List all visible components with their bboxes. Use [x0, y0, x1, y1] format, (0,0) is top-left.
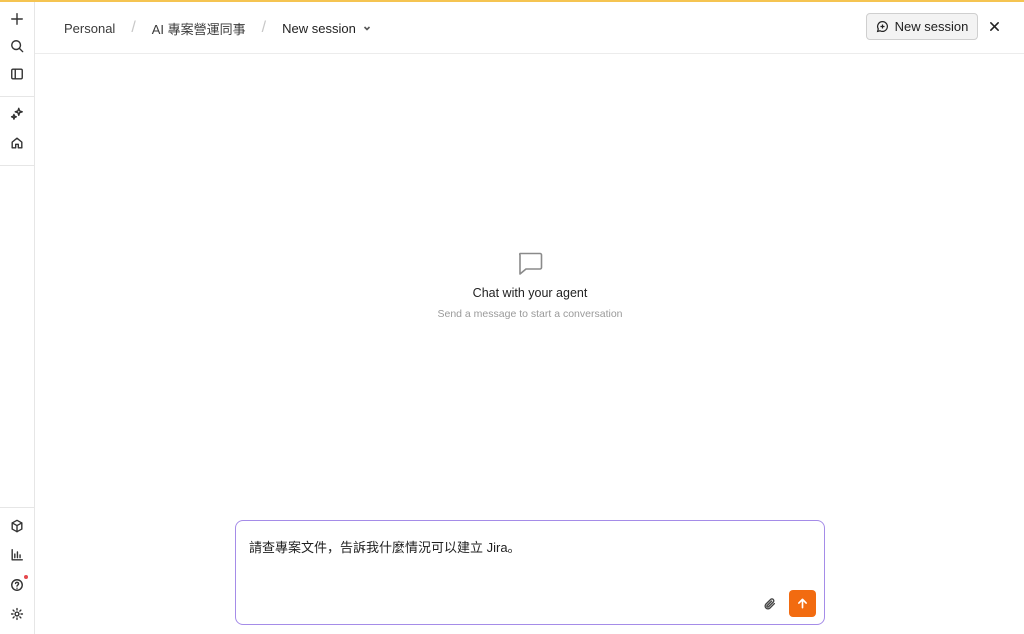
sparkles-icon: [10, 107, 23, 120]
breadcrumb: Personal / AI 專案營運同事 / New session: [64, 2, 372, 54]
empty-state-subtitle: Send a message to start a conversation: [437, 308, 623, 320]
chat-empty-state: Chat with your agent Send a message to s…: [330, 249, 730, 320]
search-icon: [11, 40, 24, 53]
session-selector[interactable]: New session: [282, 21, 372, 36]
message-composer[interactable]: 請查專案文件，告訴我什麼情況可以建立 Jira。: [235, 520, 825, 625]
message-square-icon: [519, 252, 543, 275]
new-session-button[interactable]: New session: [866, 13, 978, 40]
breadcrumb-agent[interactable]: AI 專案營運同事: [152, 19, 246, 38]
search-button[interactable]: [5, 34, 29, 58]
analytics-button[interactable]: [5, 543, 29, 567]
notification-dot: [24, 575, 28, 579]
breadcrumb-workspace[interactable]: Personal: [64, 21, 115, 36]
chat-plus-icon: [876, 21, 888, 33]
toggle-sidebar-button[interactable]: [5, 62, 29, 86]
rail-divider: [0, 96, 35, 97]
breadcrumb-separator: /: [131, 19, 136, 36]
left-rail: [0, 2, 35, 634]
breadcrumb-separator: /: [261, 19, 267, 36]
bar-chart-icon: [11, 549, 23, 561]
arrow-up-icon: [798, 598, 807, 609]
help-button[interactable]: [5, 573, 29, 597]
send-button[interactable]: [789, 590, 816, 617]
sidebar-panel-icon: [11, 68, 23, 80]
rail-divider: [0, 507, 35, 508]
agents-button[interactable]: [5, 102, 29, 126]
rail-divider: [0, 165, 35, 166]
session-selector-label: New session: [282, 20, 356, 36]
paperclip-icon: [764, 598, 776, 610]
close-icon: [989, 21, 999, 31]
box-icon: [11, 519, 23, 533]
home-button[interactable]: [5, 131, 29, 155]
message-input[interactable]: 請查專案文件，告訴我什麼情況可以建立 Jira。: [249, 537, 521, 556]
packages-button[interactable]: [5, 514, 29, 538]
new-session-button-label: New session: [894, 19, 969, 34]
help-circle-icon: [11, 579, 23, 591]
gear-icon: [10, 607, 24, 621]
empty-state-title: Chat with your agent: [472, 286, 588, 300]
header-bar: Personal / AI 專案營運同事 / New session New s…: [35, 2, 1024, 54]
attach-file-button[interactable]: [761, 595, 779, 613]
plus-icon: [11, 13, 23, 25]
settings-button[interactable]: [5, 602, 29, 626]
new-item-button[interactable]: [5, 7, 29, 31]
chevron-down-icon: [363, 26, 370, 31]
home-icon: [11, 137, 23, 149]
close-button[interactable]: [984, 16, 1004, 36]
